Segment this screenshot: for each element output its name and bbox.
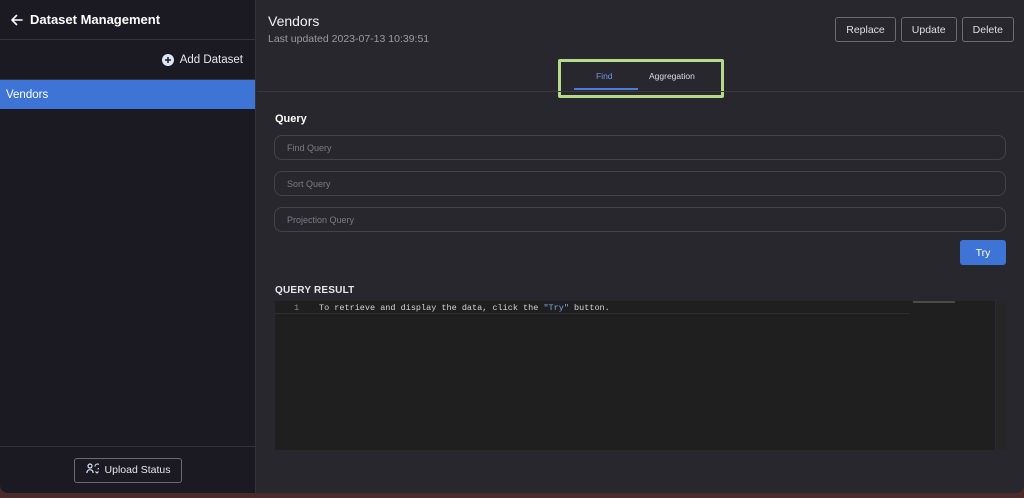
arrow-left-icon[interactable] <box>8 12 24 28</box>
plus-circle-icon <box>161 53 174 66</box>
query-tabs: Find Aggregation <box>558 59 724 98</box>
app-window: Dataset Management Add Dataset Vendors U… <box>0 0 1024 493</box>
replace-button[interactable]: Replace <box>835 17 896 42</box>
editor-line: 1 To retrieve and display the data, clic… <box>275 301 910 314</box>
active-tab-indicator <box>574 88 638 90</box>
line-text-string: "Try" <box>543 303 569 313</box>
last-updated-text: Last updated 2023-07-13 10:39:51 <box>268 33 430 45</box>
line-number: 1 <box>294 303 300 313</box>
find-query-input[interactable] <box>274 135 1006 160</box>
editor-minimap[interactable] <box>913 301 955 303</box>
tab-find[interactable]: Find <box>596 71 613 81</box>
tabs-divider <box>257 91 1024 92</box>
query-section-label: Query <box>275 113 307 125</box>
main-panel: Vendors Last updated 2023-07-13 10:39:51… <box>257 0 1024 493</box>
dataset-item-label: Vendors <box>6 88 49 101</box>
page-title: Vendors <box>268 13 320 29</box>
add-dataset-row: Add Dataset <box>0 40 255 80</box>
action-toolbar: Replace Update Delete <box>835 17 1014 42</box>
upload-status-label: Upload Status <box>104 464 171 476</box>
sidebar-title: Dataset Management <box>30 12 161 27</box>
tab-aggregation[interactable]: Aggregation <box>649 71 695 81</box>
add-dataset-label: Add Dataset <box>179 53 243 66</box>
update-button[interactable]: Update <box>900 17 957 42</box>
line-text-after: button. <box>568 303 610 313</box>
query-result-editor[interactable]: 1 To retrieve and display the data, clic… <box>275 301 1007 450</box>
sidebar: Dataset Management Add Dataset Vendors U… <box>0 0 256 493</box>
upload-status-button[interactable]: Upload Status <box>74 457 182 483</box>
editor-scrollbar[interactable] <box>995 301 1007 450</box>
people-sync-icon <box>85 463 101 477</box>
try-button[interactable]: Try <box>960 240 1006 265</box>
line-text-before: To retrieve and display the data, click … <box>319 303 544 313</box>
line-content: To retrieve and display the data, click … <box>319 303 610 313</box>
dataset-item-vendors[interactable]: Vendors <box>0 80 255 109</box>
add-dataset-button[interactable]: Add Dataset <box>161 53 243 66</box>
query-result-label: QUERY RESULT <box>275 285 355 296</box>
sidebar-header: Dataset Management <box>0 0 255 40</box>
projection-query-input[interactable] <box>274 207 1006 232</box>
delete-button[interactable]: Delete <box>961 17 1014 42</box>
sidebar-footer: Upload Status <box>0 446 256 493</box>
sort-query-input[interactable] <box>274 171 1006 196</box>
